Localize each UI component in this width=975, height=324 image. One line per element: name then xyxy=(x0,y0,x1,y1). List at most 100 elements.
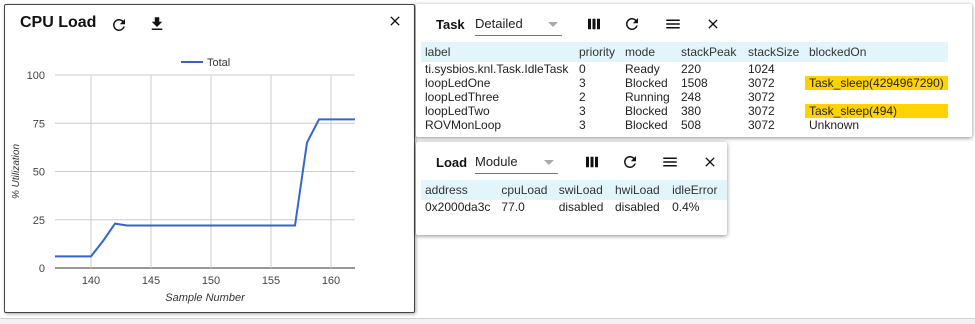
y-axis-label: % Utilization xyxy=(11,144,22,199)
cell-mode: Ready xyxy=(625,62,660,76)
x-tick-label: 140 xyxy=(82,275,100,287)
refresh-icon[interactable] xyxy=(621,13,643,35)
cell-stacksize: 1024 xyxy=(748,62,775,76)
cell-priority: 3 xyxy=(579,118,586,132)
y-tick-label: 100 xyxy=(27,70,45,82)
close-icon[interactable] xyxy=(699,151,721,173)
cell-stackpeak: 248 xyxy=(681,90,702,104)
cell-priority: 3 xyxy=(579,104,586,118)
cell-mode: Blocked xyxy=(625,104,668,118)
chevron-down-icon xyxy=(548,22,558,27)
table-row[interactable]: 0x2000da3c 77.0 disabled disabled 0.4% xyxy=(421,200,727,214)
column-header-stackpeak[interactable]: stackPeak xyxy=(677,42,744,62)
cell-stackpeak: 1508 xyxy=(681,76,708,90)
cell-blockedon: Task_sleep(4294967290) xyxy=(805,76,948,90)
column-header-stacksize[interactable]: stackSize xyxy=(744,42,805,62)
cell-swiload: disabled xyxy=(558,200,604,214)
table-row[interactable]: ti.sysbios.knl.Task.IdleTask 0 Ready 220 102… xyxy=(421,62,948,76)
cell-stacksize: 3072 xyxy=(748,90,775,104)
y-tick-label: 75 xyxy=(33,118,45,130)
x-tick-label: 150 xyxy=(202,275,220,287)
cell-stackpeak: 380 xyxy=(681,104,702,118)
cell-mode: Running xyxy=(625,90,670,104)
cell-stackpeak: 220 xyxy=(681,62,702,76)
cell-hwiload: disabled xyxy=(614,200,660,214)
load-view-select[interactable]: Module xyxy=(475,151,558,174)
table-body: ti.sysbios.knl.Task.IdleTask 0 Ready 220 102… xyxy=(421,62,948,132)
menu-icon[interactable] xyxy=(662,13,684,35)
load-view-select-value: Module xyxy=(475,154,518,169)
x-tick-label: 145 xyxy=(142,275,160,287)
table-row[interactable]: loopLedThree 2 Running 248 3072 xyxy=(421,90,948,104)
cell-blockedon xyxy=(805,90,948,104)
cell-idleerror: 0.4% xyxy=(672,200,700,214)
download-icon[interactable] xyxy=(146,13,168,35)
chart-series xyxy=(55,118,355,258)
task-panel: Task Detailed label priority mode stackPeak… xyxy=(416,4,972,137)
cell-label: loopLedThree xyxy=(425,90,500,104)
cell-mode: Blocked xyxy=(625,118,668,132)
panel-title: CPU Load xyxy=(20,14,97,31)
legend-label: Total xyxy=(207,57,230,69)
columns-icon[interactable] xyxy=(583,13,605,35)
column-header-address[interactable]: address xyxy=(421,180,498,200)
cell-address: 0x2000da3c xyxy=(425,200,491,214)
y-tick-label: 0 xyxy=(39,263,45,275)
table-row[interactable]: loopLedOne 3 Blocked 1508 3072 Task_sleep(429… xyxy=(421,76,948,90)
cell-blockedon: Task_sleep(494) xyxy=(805,104,948,118)
load-label: Load xyxy=(436,155,468,170)
column-header-idleerror[interactable]: idleError xyxy=(668,180,727,200)
column-header-hwiload[interactable]: hwiLoad xyxy=(610,180,669,200)
cpu-load-panel: CPU Load 0 25 50 75 100 140 145 150 155 160 Sample… xyxy=(4,4,415,313)
column-header-priority[interactable]: priority xyxy=(575,42,621,62)
y-tick-label: 50 xyxy=(33,167,45,179)
refresh-icon[interactable] xyxy=(108,14,130,36)
cell-stacksize: 3072 xyxy=(748,118,775,132)
series-line-total xyxy=(55,118,355,258)
chevron-down-icon xyxy=(544,160,554,165)
cell-label: loopLedOne xyxy=(425,76,491,90)
cell-priority: 3 xyxy=(579,76,586,90)
task-table: label priority mode stackPeak stackSize block… xyxy=(421,42,948,132)
cell-mode: Blocked xyxy=(625,76,668,90)
column-header-blockedon[interactable]: blockedOn xyxy=(805,42,948,62)
cell-priority: 2 xyxy=(579,90,586,104)
chart-axes: 0 25 50 75 100 140 145 150 155 160 Sample Number % … xyxy=(11,70,340,304)
refresh-icon[interactable] xyxy=(619,151,641,173)
columns-icon[interactable] xyxy=(581,151,603,173)
chart-legend: Total xyxy=(181,57,230,69)
table-header-row: label priority mode stackPeak stackSize block… xyxy=(421,42,948,62)
load-table: address cpuLoad swiLoad hwiLoad idleError 0x… xyxy=(421,180,727,214)
column-header-cpuload[interactable]: cpuLoad xyxy=(497,180,555,200)
table-body: 0x2000da3c 77.0 disabled disabled 0.4% xyxy=(421,200,727,214)
x-axis-label: Sample Number xyxy=(165,292,246,304)
task-label: Task xyxy=(436,17,465,32)
menu-icon[interactable] xyxy=(659,151,681,173)
cell-cpuload: 77.0 xyxy=(501,200,525,214)
column-header-mode[interactable]: mode xyxy=(621,42,677,62)
table-header-row: address cpuLoad swiLoad hwiLoad idleError xyxy=(421,180,727,200)
cell-blockedon: Unknown xyxy=(809,118,860,132)
load-panel: Load Module address cpuLoad swiLoad hwiLoad… xyxy=(416,142,727,235)
cell-label: ti.sysbios.knl.Task.IdleTask xyxy=(425,62,569,76)
cell-stackpeak: 508 xyxy=(681,118,702,132)
column-header-swiload[interactable]: swiLoad xyxy=(554,180,611,200)
x-tick-label: 155 xyxy=(262,275,280,287)
chart-gridlines xyxy=(55,74,355,269)
cell-label: loopLedTwo xyxy=(425,104,490,118)
close-icon[interactable] xyxy=(702,13,724,35)
y-tick-label: 25 xyxy=(33,215,45,227)
cell-blockedon xyxy=(805,62,948,76)
x-tick-label: 160 xyxy=(322,275,340,287)
cell-label: ROVMonLoop xyxy=(425,118,502,132)
table-row[interactable]: ROVMonLoop 3 Blocked 508 3072 Unknown xyxy=(421,118,948,132)
cell-stacksize: 3072 xyxy=(748,76,775,90)
cpu-load-chart: 0 25 50 75 100 140 145 150 155 160 Sample Number % … xyxy=(11,57,355,304)
close-icon[interactable] xyxy=(384,10,406,32)
cell-stacksize: 3072 xyxy=(748,104,775,118)
column-header-label[interactable]: label xyxy=(421,42,575,62)
cell-priority: 0 xyxy=(579,62,586,76)
table-row[interactable]: loopLedTwo 3 Blocked 380 3072 Task_sleep(494) xyxy=(421,104,948,118)
task-view-select-value: Detailed xyxy=(475,16,523,31)
task-view-select[interactable]: Detailed xyxy=(475,13,562,36)
